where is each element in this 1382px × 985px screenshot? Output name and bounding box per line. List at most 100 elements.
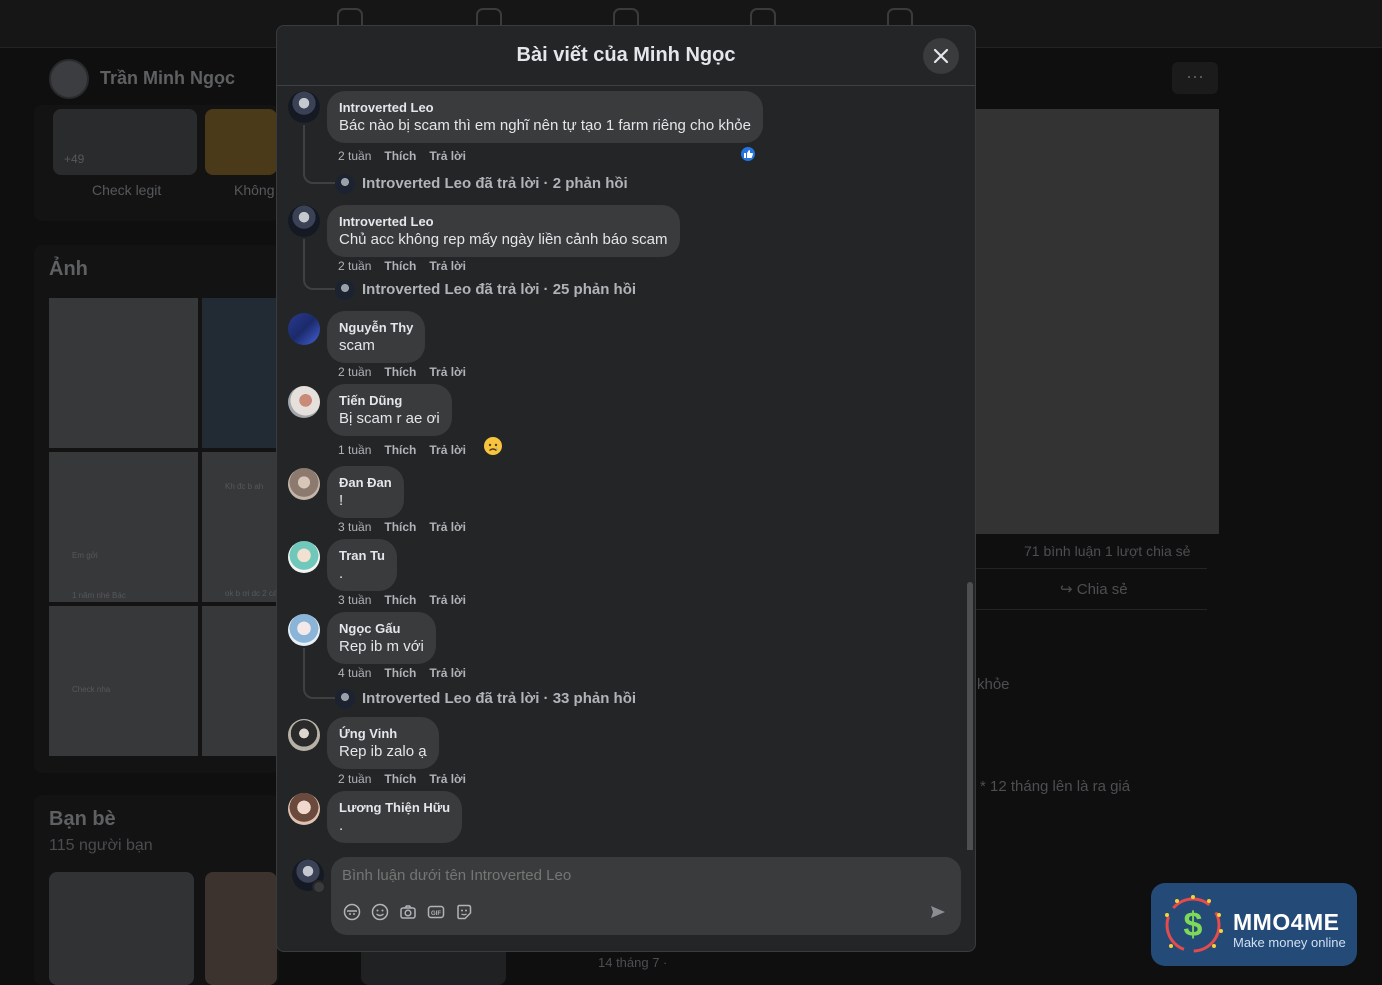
replies-summary[interactable]: Introverted Leo đã trả lời · 25 phản hồi <box>362 281 636 298</box>
comment-author[interactable]: Introverted Leo <box>339 213 668 230</box>
comment-time[interactable]: 1 tuần <box>338 443 371 457</box>
avatar <box>335 689 355 709</box>
chevron-down-icon[interactable] <box>312 880 326 894</box>
reply-button[interactable]: Trả lời <box>429 259 466 273</box>
comments-list[interactable]: Introverted Leo Bác nào bị scam thì em n… <box>277 87 975 850</box>
profile-name[interactable]: Trần Minh Ngọc <box>100 68 235 89</box>
dialog-header: Bài viết của Minh Ngọc <box>277 26 975 86</box>
reply-button[interactable]: Trả lời <box>429 443 466 457</box>
more-options-button[interactable]: ··· <box>1172 62 1218 94</box>
comment-author[interactable]: Đan Đan <box>339 474 392 491</box>
scrollbar[interactable] <box>967 582 973 850</box>
replies-summary[interactable]: Introverted Leo đã trả lời · 33 phản hồi <box>362 690 636 707</box>
replies-summary[interactable]: Introverted Leo đã trả lời · 2 phản hồi <box>362 175 628 192</box>
avatar[interactable] <box>288 91 320 123</box>
comment-bubble: Introverted Leo Bác nào bị scam thì em n… <box>327 91 763 143</box>
like-reaction-icon[interactable] <box>739 145 757 163</box>
avatar[interactable] <box>288 468 320 500</box>
comment-actions: 1 tuần Thích Trả lời <box>338 443 479 457</box>
photo-thumbnail[interactable] <box>202 298 277 448</box>
comment-text: ! <box>339 492 344 509</box>
like-button[interactable]: Thích <box>384 593 416 607</box>
comment-time[interactable]: 2 tuần <box>338 149 371 163</box>
svg-text:GIF: GIF <box>431 911 441 917</box>
friend-card[interactable] <box>49 872 194 985</box>
avatar[interactable] <box>288 541 320 573</box>
reply-button[interactable]: Trả lời <box>429 666 466 680</box>
comment-text: . <box>339 565 344 582</box>
reply-button[interactable]: Trả lời <box>429 520 466 534</box>
thread-line <box>303 125 335 184</box>
comment-text: Chủ acc không rep mấy ngày liền cảnh báo… <box>339 231 668 248</box>
comment-time[interactable]: 2 tuần <box>338 772 371 786</box>
like-button[interactable]: Thích <box>384 259 416 273</box>
avatar[interactable] <box>288 205 320 237</box>
comment-actions: 3 tuần Thích Trả lời <box>338 593 479 607</box>
avatar <box>335 174 355 194</box>
comment-time[interactable]: 2 tuần <box>338 259 371 273</box>
comment-author[interactable]: Ứng Vinh <box>339 725 427 742</box>
comment-author[interactable]: Tran Tu <box>339 547 385 564</box>
thread-line <box>303 648 335 699</box>
photo-thumbnail[interactable] <box>202 606 277 756</box>
profile-avatar[interactable] <box>49 59 89 99</box>
comment-author[interactable]: Lương Thiện Hữu <box>339 799 450 816</box>
comment-actions: 4 tuần Thích Trả lời <box>338 666 479 680</box>
like-button[interactable]: Thích <box>384 666 416 680</box>
comment-bubble: Đan Đan ! <box>327 466 404 518</box>
share-button[interactable]: ↪ Chia sẻ <box>1060 580 1128 598</box>
emoji-icon[interactable] <box>371 903 389 921</box>
like-button[interactable]: Thích <box>384 365 416 379</box>
avatar[interactable] <box>288 614 320 646</box>
friends-heading: Bạn bè <box>49 808 116 830</box>
comment-bubble: Introverted Leo Chủ acc không rep mấy ng… <box>327 205 680 257</box>
friend-card[interactable] <box>205 872 277 985</box>
comment-author[interactable]: Tiến Dũng <box>339 392 440 409</box>
comment-time[interactable]: 3 tuần <box>338 593 371 607</box>
comment-time[interactable]: 2 tuần <box>338 365 371 379</box>
comment-time[interactable]: 3 tuần <box>338 520 371 534</box>
divider <box>975 609 1207 610</box>
comment-author[interactable]: Nguyễn Thy <box>339 319 413 336</box>
avatar[interactable] <box>288 386 320 418</box>
post-image[interactable] <box>975 109 1219 534</box>
comment-time[interactable]: 4 tuần <box>338 666 371 680</box>
close-icon <box>933 48 949 64</box>
avatar[interactable] <box>288 793 320 825</box>
photos-heading: Ảnh <box>49 258 88 280</box>
highlight-count: +49 <box>64 152 85 166</box>
avatar[interactable] <box>288 313 320 345</box>
comment-input[interactable] <box>342 867 902 884</box>
avatar[interactable] <box>288 719 320 751</box>
post-stats[interactable]: 71 bình luận 1 lượt chia sẻ <box>1024 543 1190 559</box>
comment-author[interactable]: Ngọc Gấu <box>339 620 424 637</box>
like-button[interactable]: Thích <box>384 149 416 163</box>
comment-actions: 3 tuần Thích Trả lời <box>338 520 479 534</box>
send-icon[interactable] <box>929 903 947 921</box>
post-comments-dialog: Bài viết của Minh Ngọc Introverted Leo B… <box>276 25 976 952</box>
close-button[interactable] <box>923 38 959 74</box>
sticker-icon[interactable] <box>455 903 473 921</box>
avatar <box>335 280 355 300</box>
camera-icon[interactable] <box>399 903 417 921</box>
photo-thumbnail[interactable] <box>49 298 198 448</box>
comment-author[interactable]: Introverted Leo <box>339 99 751 116</box>
avatar-sticker-icon[interactable] <box>343 903 361 921</box>
reply-button[interactable]: Trả lời <box>429 365 466 379</box>
highlight-label-1: Check legit <box>92 182 162 198</box>
reply-button[interactable]: Trả lời <box>429 772 466 786</box>
like-button[interactable]: Thích <box>384 772 416 786</box>
gif-icon[interactable]: GIF <box>427 903 445 921</box>
like-button[interactable]: Thích <box>384 443 416 457</box>
reply-button[interactable]: Trả lời <box>429 593 466 607</box>
watermark-title: MMO4ME <box>1233 909 1340 935</box>
like-button[interactable]: Thích <box>384 520 416 534</box>
reply-button[interactable]: Trả lời <box>429 149 466 163</box>
dialog-title: Bài viết của Minh Ngọc <box>516 44 736 66</box>
photo-thumbnail[interactable] <box>49 606 198 756</box>
highlight-khong[interactable] <box>205 109 277 175</box>
photo-thumbnail[interactable] <box>202 452 277 602</box>
comment-text: Bị scam r ae ơi <box>339 410 440 427</box>
sad-reaction-icon[interactable] <box>483 436 503 456</box>
photo-thumbnail[interactable] <box>49 452 198 602</box>
